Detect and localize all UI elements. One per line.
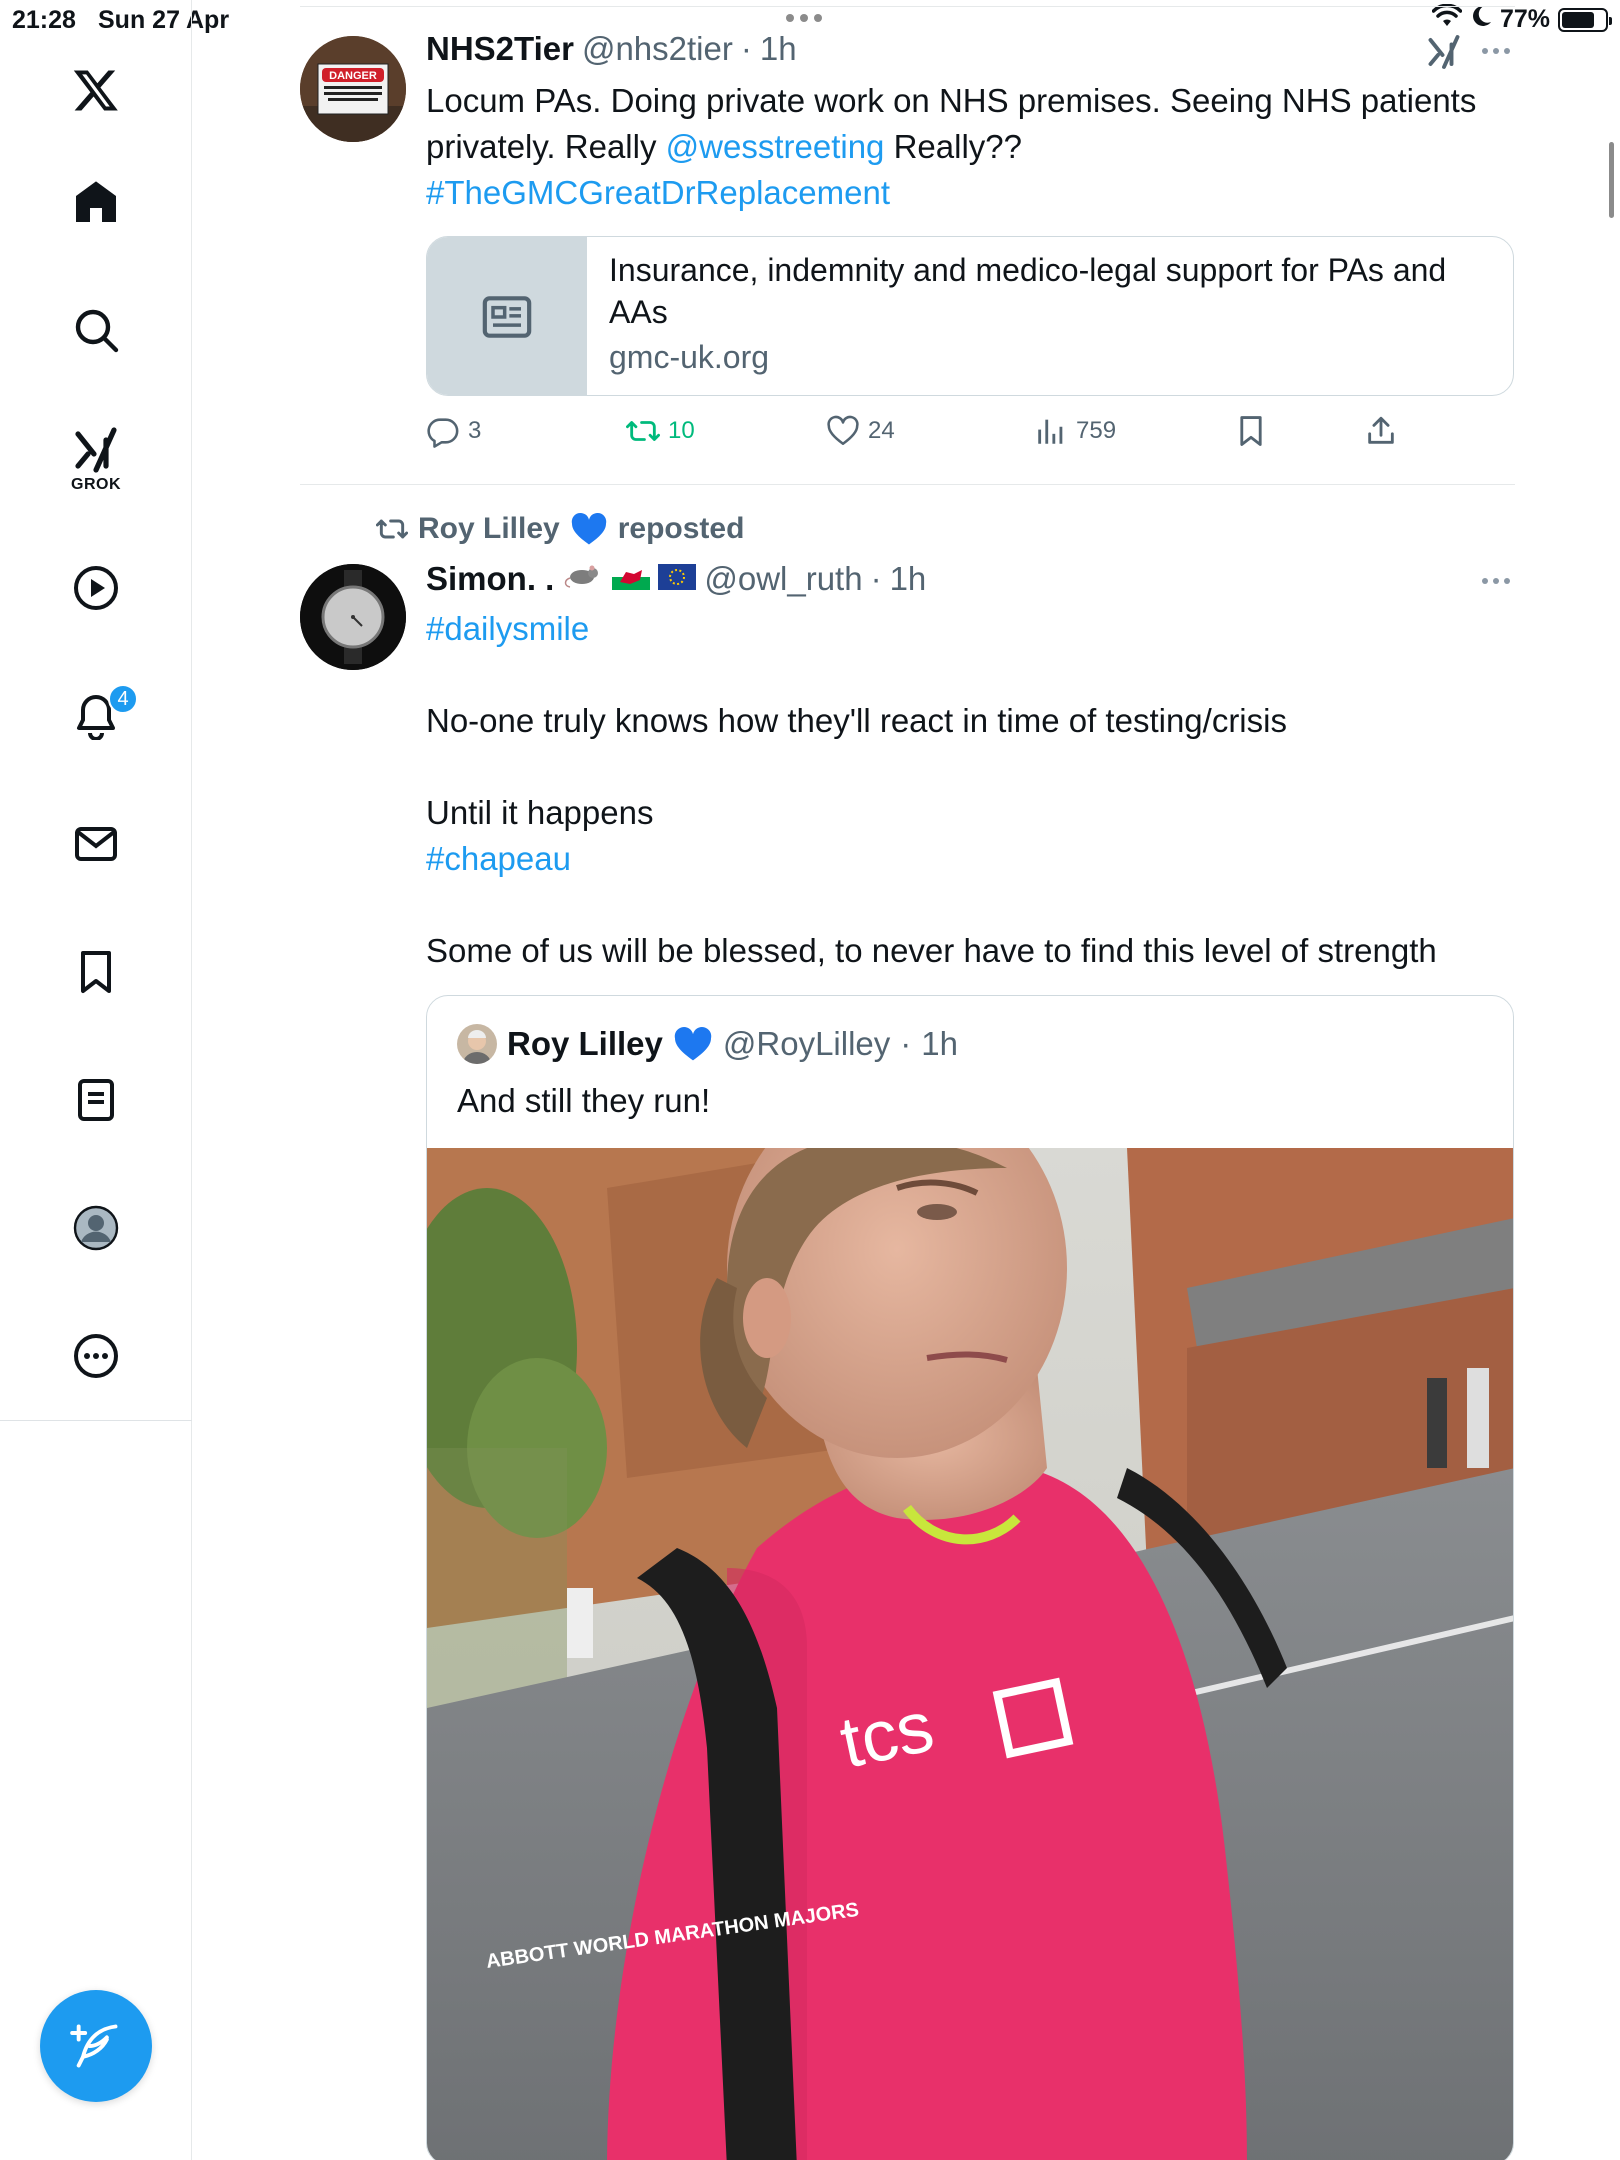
retweet-count: 10: [668, 417, 695, 444]
hashtag-link[interactable]: #TheGMCGreatDrReplacement: [426, 174, 890, 211]
hashtag-dailysmile[interactable]: #dailysmile: [426, 610, 589, 647]
quoted-tweet-card[interactable]: Roy Lilley @RoyLilley · 1h And still the…: [426, 995, 1514, 2160]
quote-header: Roy Lilley @RoyLilley · 1h: [457, 1024, 958, 1064]
tweet2-more-icon[interactable]: [1482, 578, 1510, 584]
moon-icon: [1470, 4, 1492, 35]
tweet2-line3: Some of us will be blessed, to never hav…: [426, 932, 1437, 969]
tweet1-display-name[interactable]: NHS2Tier: [426, 30, 574, 68]
grok-explain-icon[interactable]: [1426, 34, 1462, 75]
share-button[interactable]: [1364, 414, 1398, 448]
tweet1-more-icon[interactable]: [1482, 48, 1510, 54]
bookmark-icon: [1240, 416, 1262, 446]
compose-post-button[interactable]: [40, 1990, 152, 2102]
link-card-domain: gmc-uk.org: [609, 339, 770, 375]
quote-display-name[interactable]: Roy Lilley: [507, 1025, 663, 1063]
tweet-divider: [300, 484, 1515, 485]
tweet1-text: Locum PAs. Doing private work on NHS pre…: [426, 78, 1526, 216]
link-preview-card[interactable]: Insurance, indemnity and medico-legal su…: [426, 236, 1514, 396]
notification-count-badge: 4: [108, 684, 138, 714]
tweet1-text-part2: Really??: [884, 128, 1022, 165]
danger-sign-text: DANGER: [329, 70, 377, 82]
reposter-name: Roy Lilley: [418, 512, 560, 545]
retweet-button[interactable]: 10: [626, 414, 695, 448]
battery-percent: 77%: [1499, 5, 1550, 33]
quote-handle[interactable]: @RoyLilley: [723, 1025, 890, 1063]
reply-button[interactable]: 3: [426, 414, 481, 448]
sidebar: GROK 4: [0, 0, 192, 2160]
more-options-icon[interactable]: [56, 1316, 136, 1396]
x-logo-icon[interactable]: [56, 50, 136, 130]
tweet2-line1: No-one truly knows how they'll react in …: [426, 702, 1287, 739]
scrollbar[interactable]: [1609, 142, 1614, 218]
share-icon: [1368, 416, 1394, 444]
tweet2-line2: Until it happens: [426, 794, 654, 831]
lists-icon[interactable]: [56, 1060, 136, 1140]
tweet1-header: NHS2Tier @nhs2tier · 1h: [426, 30, 797, 68]
retweet-small-icon: [376, 519, 408, 539]
separator-dot: ·: [740, 30, 752, 67]
sidebar-divider: [0, 1420, 192, 1421]
compose-quill-icon: [70, 2024, 118, 2068]
video-icon[interactable]: [56, 548, 136, 628]
grok-label: GROK: [71, 476, 121, 493]
repost-indicator[interactable]: Roy Lilley reposted: [376, 512, 744, 546]
tweet2-handle[interactable]: @owl_ruth: [704, 560, 862, 598]
quote-text: And still they run!: [457, 1082, 711, 1119]
tweet1-time[interactable]: 1h: [760, 30, 797, 68]
tweet1-action-bar: 3 10 24 759: [426, 414, 1426, 458]
runner-video-frame: tcs ABBOTT WORLD MARATHON MAJORS: [427, 1148, 1513, 2160]
search-icon[interactable]: [56, 290, 136, 370]
reply-count: 3: [468, 417, 482, 444]
rat-emoji-icon: [562, 560, 604, 595]
eu-flag-icon: [658, 564, 697, 595]
messages-envelope-icon[interactable]: [56, 804, 136, 884]
battery-icon: [1558, 7, 1612, 32]
hashtag-chapeau[interactable]: #chapeau: [426, 840, 571, 877]
tweet2-text: #dailysmile No-one truly knows how they'…: [426, 606, 1526, 974]
retweet-icon: [626, 421, 660, 441]
reposted-label: reposted: [617, 512, 745, 545]
blue-heart-icon: [571, 512, 606, 545]
wales-flag-icon: [612, 564, 651, 595]
multitasking-dots[interactable]: [786, 14, 822, 22]
reply-icon: [427, 418, 459, 448]
link-card-title: Insurance, indemnity and medico-legal su…: [609, 252, 1447, 330]
like-button[interactable]: 24: [826, 414, 895, 448]
views-chart-icon: [1038, 419, 1063, 444]
blue-heart-icon: [674, 1026, 712, 1061]
tweet1-handle[interactable]: @nhs2tier: [582, 30, 733, 68]
profile-avatar-icon[interactable]: [56, 1188, 136, 1268]
status-indicators: 77%: [1431, 3, 1612, 35]
quote-time[interactable]: 1h: [921, 1025, 958, 1063]
views-count: 759: [1076, 417, 1117, 444]
quote-avatar[interactable]: [457, 1024, 497, 1064]
bookmark-button[interactable]: [1234, 414, 1268, 448]
top-divider: [300, 6, 1515, 7]
heart-icon: [827, 415, 859, 446]
wifi-icon: [1431, 3, 1463, 35]
tweet1-avatar[interactable]: DANGER: [300, 36, 406, 142]
bookmarks-icon[interactable]: [56, 932, 136, 1012]
separator-dot: ·: [870, 560, 882, 597]
tweet2-display-name[interactable]: Simon. .: [426, 560, 554, 598]
article-icon: [427, 237, 587, 395]
tweet2-time[interactable]: 1h: [890, 560, 927, 598]
like-count: 24: [868, 417, 895, 444]
home-icon[interactable]: [56, 162, 136, 242]
views-button[interactable]: 759: [1034, 414, 1116, 448]
separator-dot: ·: [900, 1025, 912, 1062]
tweet2-header: Simon. . @owl_ruth · 1h: [426, 560, 926, 598]
mention-link[interactable]: @wesstreeting: [666, 128, 885, 165]
quote-video-media[interactable]: tcs ABBOTT WORLD MARATHON MAJORS: [427, 1148, 1513, 2160]
tweet2-avatar[interactable]: [300, 564, 406, 670]
